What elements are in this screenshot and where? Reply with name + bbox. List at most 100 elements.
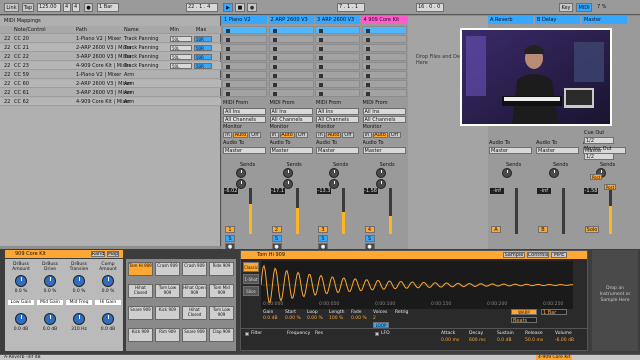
mode-1shot[interactable]: 1-Shot (243, 274, 259, 284)
clip-slot[interactable] (361, 89, 407, 97)
time-sig-den[interactable]: 4 (72, 3, 80, 12)
clip-slot[interactable] (315, 80, 360, 88)
macro-knob[interactable] (44, 313, 56, 325)
mapping-min[interactable]: 50L (170, 36, 192, 42)
clip-slot[interactable] (315, 71, 360, 79)
return-header[interactable]: Master (582, 16, 627, 24)
macro-knob[interactable] (73, 313, 85, 325)
macro-knob[interactable] (15, 275, 27, 287)
track-header[interactable]: 1 Piano V2 (222, 16, 267, 24)
return-volume[interactable]: -inf (490, 188, 504, 194)
monitor-auto[interactable]: Auto (233, 132, 248, 138)
track-solo[interactable]: S (271, 235, 282, 242)
mapping-max[interactable]: 50R (194, 54, 212, 60)
instrument-drop-zone[interactable]: Drop an Instrument or Sample Here (592, 250, 638, 351)
return-header[interactable]: A Reverb (488, 16, 533, 24)
mapping-row[interactable]: 22 CC 20 1-Piano V2 | Mixer Track Panning 50… (0, 35, 221, 43)
io-all-ins[interactable]: All Ins (269, 108, 313, 115)
drum-pad[interactable]: Kick 909 (155, 306, 180, 320)
link-button[interactable]: Link (4, 3, 19, 12)
monitor-auto[interactable]: Auto (372, 132, 388, 138)
envelope-value[interactable]: 50.0 ms (525, 338, 543, 343)
sampler-header[interactable]: Tom Hi 909 Sample Controls MPE (241, 251, 587, 259)
io-all-channels[interactable]: All Channels (269, 116, 313, 123)
cue-out-select[interactable]: 1/2 (584, 137, 614, 144)
mapping-row[interactable]: 22 CC 60 2-ARP 2600 V3 | Mixer Arm (0, 80, 221, 88)
lfo-toggle[interactable] (375, 332, 379, 336)
loop-start-field[interactable]: 7 . 1 . 1 (337, 3, 365, 12)
audio-to-select[interactable]: Master (316, 147, 359, 154)
mapping-max[interactable]: 50R (194, 45, 212, 51)
io-all-ins[interactable]: All Ins (223, 108, 266, 115)
sampler-param-value[interactable]: 100 % (329, 316, 343, 321)
return-volume[interactable]: -1.58 (584, 188, 598, 194)
tab-controls[interactable]: Controls (527, 252, 549, 258)
loop-length-field[interactable]: 16 . 0 . 0 (416, 3, 444, 12)
drum-pad[interactable]: Clap 909 (209, 328, 234, 342)
io-all-ins[interactable]: All Ins (362, 108, 406, 115)
clip-slot[interactable] (361, 26, 407, 34)
drum-pad[interactable]: Tom Low 909 (209, 306, 234, 320)
clip-slot[interactable] (361, 53, 407, 61)
clip-slot[interactable] (315, 53, 360, 61)
return-audio-to[interactable]: Master (489, 147, 532, 154)
return-audio-to[interactable]: Master (536, 147, 579, 154)
macro-knob[interactable] (102, 275, 114, 287)
track-activator[interactable]: 2 (271, 226, 282, 233)
envelope-value[interactable]: 600 ms (469, 338, 486, 343)
drum-pad[interactable]: Ride 909 (209, 262, 234, 276)
clip-slot[interactable] (268, 35, 314, 43)
drum-pad[interactable]: Crash 909 (155, 262, 180, 276)
send-a-knob[interactable] (282, 168, 293, 178)
mapping-max[interactable]: 50R (194, 63, 212, 69)
mapping-row[interactable]: 22 CC 59 1-Piano V2 | Mixer Arm (0, 71, 221, 79)
tab-sample[interactable]: Sample (503, 252, 525, 258)
return-activator[interactable]: Solo (585, 226, 599, 233)
drum-pad[interactable]: Crash 909 (182, 262, 207, 276)
clip-slot[interactable] (222, 53, 267, 61)
monitor-auto[interactable]: Auto (279, 132, 295, 138)
return-volume[interactable]: -inf (537, 188, 551, 194)
return-send-knob[interactable] (502, 168, 512, 178)
drum-pad[interactable]: Rim 909 (155, 328, 180, 342)
midi-map-button[interactable]: MIDI (576, 3, 592, 12)
post-button-a[interactable]: Post (590, 174, 602, 180)
drum-pad[interactable]: Kick 909 (128, 328, 153, 342)
audio-to-select[interactable]: Master (362, 147, 406, 154)
stop-button[interactable]: ■ (235, 3, 245, 12)
macro-knob[interactable] (15, 313, 27, 325)
clip-slot[interactable] (361, 35, 407, 43)
io-all-ins[interactable]: All Ins (316, 108, 359, 115)
mode-slice[interactable]: Slice (243, 286, 259, 296)
mapping-row[interactable]: 22 CC 23 4-909 Core Kit | Mixer Track Panni… (0, 62, 221, 70)
clip-slot[interactable] (222, 35, 267, 43)
send-a-knob[interactable] (236, 168, 246, 178)
track-activator[interactable]: 1 (225, 226, 235, 233)
monitor-in[interactable]: In (362, 132, 372, 138)
tap-button[interactable]: Tap (22, 3, 34, 12)
clip-slot[interactable] (268, 71, 314, 79)
drum-pad[interactable]: Tom Low 909 (155, 284, 180, 298)
post-button-b[interactable]: Post (604, 184, 616, 190)
key-map-button[interactable]: Key (559, 3, 573, 12)
return-activator[interactable]: B (538, 226, 548, 233)
clip-slot[interactable] (361, 62, 407, 70)
envelope-value[interactable]: 0.00 ms (441, 338, 459, 343)
track-header[interactable]: 2 ARP 2600 V3 (268, 16, 314, 24)
filter-toggle[interactable] (245, 332, 249, 336)
time-sig-num[interactable]: 4 (63, 3, 71, 12)
mapping-max[interactable]: 50R (194, 36, 212, 42)
waveform-display[interactable]: 0:00:000 0:00:050 0:00:100 0:00:150 0:00… (260, 261, 574, 309)
track-solo[interactable]: S (318, 235, 328, 242)
io-all-channels[interactable]: All Channels (223, 116, 266, 123)
warp-toggle[interactable]: WARP (511, 309, 537, 315)
macro-knob[interactable] (102, 313, 114, 325)
send-a-knob[interactable] (329, 168, 339, 178)
mapping-min[interactable]: 50L (170, 45, 192, 51)
clip-slot[interactable] (315, 26, 360, 34)
mode-classic[interactable]: Classic (243, 262, 259, 272)
volume-value[interactable]: -6.00 dB (555, 338, 574, 343)
sampler-param-value[interactable]: 0.0 dB (263, 316, 278, 321)
rand-button[interactable]: Rand (91, 251, 105, 257)
macro-knob[interactable] (44, 275, 56, 287)
